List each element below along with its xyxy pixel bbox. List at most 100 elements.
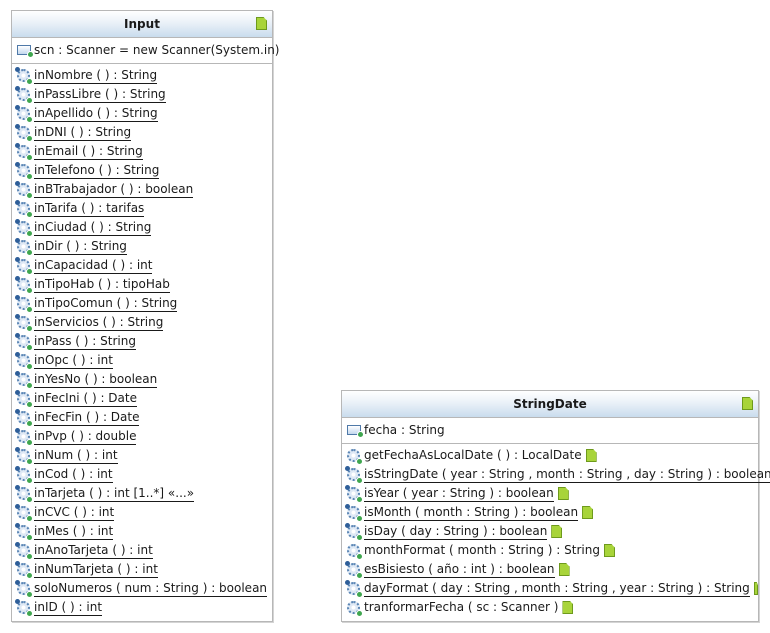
- method-signature: isYear ( year : String ) : boolean: [364, 485, 554, 502]
- static-method-icon: [15, 333, 33, 351]
- method-row[interactable]: inEmail ( ) : String: [12, 142, 272, 161]
- method-row[interactable]: isDay ( day : String ) : boolean: [342, 522, 758, 541]
- static-method-icon: [15, 409, 33, 427]
- method-signature: inCiudad ( ) : String: [34, 219, 152, 236]
- method-row[interactable]: inApellido ( ) : String: [12, 104, 272, 123]
- static-method-icon: [15, 314, 33, 332]
- method-row[interactable]: inMes ( ) : int: [12, 522, 272, 541]
- java-file-icon: [585, 449, 597, 462]
- java-file-icon: [557, 487, 569, 500]
- method-row[interactable]: inFecFin ( ) : Date: [12, 408, 272, 427]
- class-stringdate[interactable]: StringDate fecha : String getFechaAsLoca…: [341, 390, 770, 622]
- static-method-icon: [15, 105, 33, 123]
- method-signature: inTelefono ( ) : String: [34, 162, 160, 179]
- method-row[interactable]: inYesNo ( ) : boolean: [12, 370, 272, 389]
- method-row[interactable]: isYear ( year : String ) : boolean: [342, 484, 758, 503]
- method-signature: inFecIni ( ) : Date: [34, 390, 137, 407]
- method-row[interactable]: inCVC ( ) : int: [12, 503, 272, 522]
- java-file-icon: [603, 544, 615, 557]
- method-row[interactable]: inCiudad ( ) : String: [12, 218, 272, 237]
- static-method-icon: [15, 523, 33, 541]
- static-method-icon: [15, 238, 33, 256]
- method-row[interactable]: soloNumeros ( num : String ) : boolean: [12, 579, 272, 598]
- java-file-icon: [753, 582, 758, 595]
- method-signature: inTipoHab ( ) : tipoHab: [34, 276, 170, 293]
- method-row[interactable]: inCod ( ) : int: [12, 465, 272, 484]
- method-row[interactable]: inFecIni ( ) : Date: [12, 389, 272, 408]
- method-signature: isDay ( day : String ) : boolean: [364, 523, 548, 540]
- method-row[interactable]: inNum ( ) : int: [12, 446, 272, 465]
- method-row[interactable]: inNumTarjeta ( ) : int: [12, 560, 272, 579]
- method-row[interactable]: tranformarFecha ( sc : Scanner ): [342, 598, 758, 617]
- field-icon: [17, 45, 34, 58]
- method-row[interactable]: dayFormat ( day : String , month : Strin…: [342, 579, 758, 598]
- field-icon: [347, 425, 364, 438]
- method-row[interactable]: isMonth ( month : String ) : boolean: [342, 503, 758, 522]
- static-method-icon: [15, 181, 33, 199]
- method-signature: inNumTarjeta ( ) : int: [34, 561, 158, 578]
- method-row[interactable]: getFechaAsLocalDate ( ) : LocalDate: [342, 446, 758, 465]
- method-row[interactable]: inID ( ) : int: [12, 598, 272, 617]
- static-method-icon: [15, 295, 33, 313]
- static-method-icon: [15, 504, 33, 522]
- method-signature: inPassLibre ( ) : String: [34, 86, 166, 103]
- method-signature: inPvp ( ) : double: [34, 428, 137, 445]
- field-row[interactable]: fecha : String: [342, 421, 758, 440]
- method-signature: inNombre ( ) : String: [34, 67, 158, 84]
- static-method-icon: [15, 276, 33, 294]
- static-method-icon: [15, 371, 33, 389]
- method-signature: inPass ( ) : String: [34, 333, 136, 350]
- method-row[interactable]: monthFormat ( month : String ) : String: [342, 541, 758, 560]
- static-method-icon: [15, 219, 33, 237]
- static-method-icon: [345, 523, 363, 541]
- method-row[interactable]: inNombre ( ) : String: [12, 66, 272, 85]
- method-signature: inFecFin ( ) : Date: [34, 409, 140, 426]
- method-row[interactable]: isStringDate ( year : String , month : S…: [342, 465, 770, 484]
- method-row[interactable]: inOpc ( ) : int: [12, 351, 272, 370]
- static-method-icon: [15, 485, 33, 503]
- method-row[interactable]: inPass ( ) : String: [12, 332, 272, 351]
- static-method-icon: [15, 428, 33, 446]
- static-method-icon: [15, 542, 33, 560]
- method-icon: [347, 544, 363, 560]
- method-signature: monthFormat ( month : String ) : String: [364, 543, 600, 557]
- method-row[interactable]: inTarifa ( ) : tarifas: [12, 199, 272, 218]
- method-signature: inApellido ( ) : String: [34, 105, 158, 122]
- method-signature: inCod ( ) : int: [34, 466, 113, 483]
- method-row[interactable]: inCapacidad ( ) : int: [12, 256, 272, 275]
- method-row[interactable]: inTipoComun ( ) : String: [12, 294, 272, 313]
- method-row[interactable]: inServicios ( ) : String: [12, 313, 272, 332]
- method-row[interactable]: inDNI ( ) : String: [12, 123, 272, 142]
- method-signature: isMonth ( month : String ) : boolean: [364, 504, 579, 521]
- method-row[interactable]: inTelefono ( ) : String: [12, 161, 272, 180]
- method-row[interactable]: inBTrabajador ( ) : boolean: [12, 180, 272, 199]
- class-stringdate-header[interactable]: StringDate: [342, 391, 758, 418]
- class-stringdate-title: StringDate: [513, 397, 587, 411]
- java-file-icon: [256, 17, 267, 30]
- field-signature: scn : Scanner = new Scanner(System.in): [34, 43, 280, 57]
- method-row[interactable]: inTarjeta ( ) : int [1..*] «...»: [12, 484, 272, 503]
- method-row[interactable]: inAnoTarjeta ( ) : int: [12, 541, 272, 560]
- static-method-icon: [15, 390, 33, 408]
- class-input-methods: inNombre ( ) : String inPassLibre ( ) : …: [12, 64, 272, 617]
- class-input-header[interactable]: Input: [12, 11, 272, 38]
- static-method-icon: [15, 599, 33, 617]
- method-signature: inID ( ) : int: [34, 599, 103, 616]
- static-method-icon: [345, 485, 363, 503]
- method-row[interactable]: esBisiesto ( año : int ) : boolean: [342, 560, 758, 579]
- method-row[interactable]: inPvp ( ) : double: [12, 427, 272, 446]
- method-signature: inServicios ( ) : String: [34, 314, 164, 331]
- class-input[interactable]: Input scn : Scanner = new Scanner(System…: [11, 10, 279, 622]
- method-row[interactable]: inTipoHab ( ) : tipoHab: [12, 275, 272, 294]
- method-signature: dayFormat ( day : String , month : Strin…: [364, 580, 750, 597]
- method-row[interactable]: inDir ( ) : String: [12, 237, 272, 256]
- method-signature: inNum ( ) : int: [34, 447, 118, 464]
- static-method-icon: [345, 561, 363, 579]
- method-signature: inBTrabajador ( ) : boolean: [34, 181, 194, 198]
- method-signature: inTipoComun ( ) : String: [34, 295, 178, 312]
- static-method-icon: [15, 447, 33, 465]
- method-signature: inTarjeta ( ) : int [1..*] «...»: [34, 485, 195, 502]
- field-row[interactable]: scn : Scanner = new Scanner(System.in): [12, 41, 279, 60]
- method-row[interactable]: inPassLibre ( ) : String: [12, 85, 272, 104]
- class-stringdate-fields: fecha : String: [342, 418, 758, 444]
